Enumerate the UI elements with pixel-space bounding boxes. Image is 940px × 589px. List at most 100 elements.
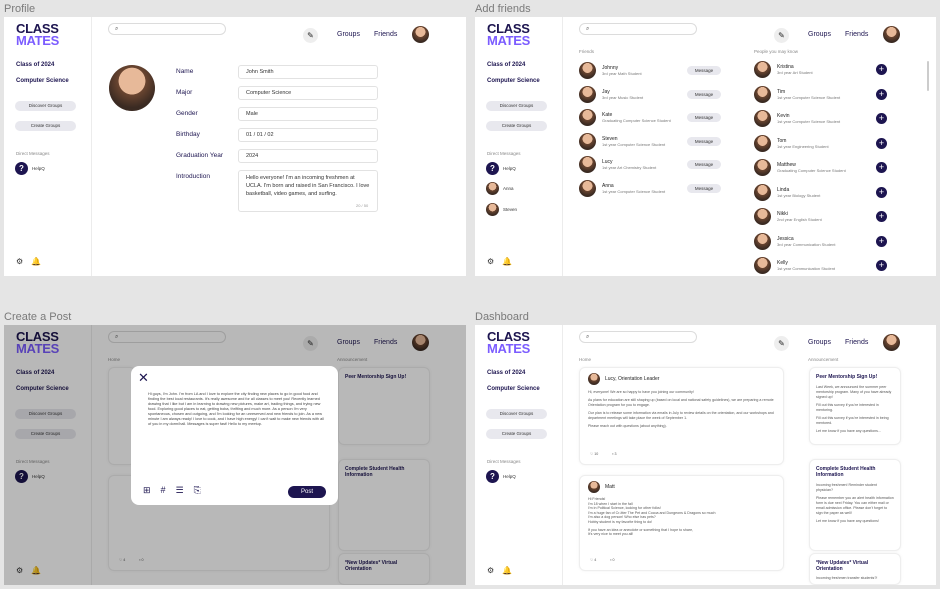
label-gender: Gender <box>176 110 198 117</box>
major: Computer Science <box>487 386 540 392</box>
suggest-row: Nikki 2nd year English Student <box>754 208 822 225</box>
create-groups-button[interactable]: Create Groups <box>15 121 76 131</box>
user-avatar[interactable] <box>883 26 900 43</box>
post-author: Matt <box>605 484 615 490</box>
message-button[interactable]: Message <box>687 183 721 193</box>
bell-icon[interactable]: 🔔 <box>502 257 512 266</box>
close-icon[interactable]: ✕ <box>138 370 149 386</box>
suggest-desc: 1st year Biology Student <box>777 192 821 198</box>
suggest-desc: 1st year Computer Science Student <box>777 119 841 124</box>
message-button[interactable]: Message <box>687 113 721 122</box>
add-comment-icon[interactable]: ⊞ <box>143 485 151 496</box>
add-friend-button[interactable]: + <box>876 64 887 75</box>
add-friend-button[interactable]: + <box>876 186 887 198</box>
add-friend-button[interactable]: + <box>876 137 887 149</box>
add-friend-button[interactable]: + <box>876 113 887 124</box>
bell-icon[interactable]: 🔔 <box>31 257 41 266</box>
heart-icon[interactable]: ♡ 10 <box>590 452 598 457</box>
birthday-field[interactable]: 01 / 01 / 02 <box>238 128 378 142</box>
add-friend-button[interactable]: + <box>876 235 887 247</box>
dm-helpq[interactable]: ? HelpQ <box>15 162 45 175</box>
avatar <box>579 156 596 173</box>
edit-icon[interactable]: ✎ <box>774 336 789 351</box>
hashtag-icon[interactable]: # <box>161 485 166 496</box>
message-button[interactable]: Message <box>687 136 721 146</box>
avatar <box>486 203 499 216</box>
user-avatar[interactable] <box>412 26 429 43</box>
dm-helpq[interactable]: ? HelpQ <box>486 162 516 175</box>
major: Computer Science <box>16 78 69 84</box>
profile-frame: CLASS MATES Class of 2024 Computer Scienc… <box>4 17 466 276</box>
gear-icon[interactable]: ⚙ <box>16 257 23 266</box>
help-icon: ? <box>15 162 28 175</box>
post-body: Hi Friends! I'm 18 when I start in the fa… <box>588 497 716 537</box>
classmates-logo[interactable]: CLASS MATES <box>487 22 530 47</box>
avatar <box>754 85 771 103</box>
bell-icon[interactable]: 🔔 <box>502 566 512 575</box>
align-icon[interactable]: ☰ <box>176 485 184 496</box>
create-groups-button[interactable]: Create Groups <box>486 429 547 439</box>
search-input[interactable]: ⌕ <box>579 331 697 343</box>
class-year: Class of 2024 <box>487 62 526 68</box>
message-button[interactable]: Message <box>687 89 721 99</box>
attach-icon[interactable]: ⎘ <box>194 485 201 496</box>
suggest-row: Tim 1st year Computer Science Student <box>754 85 840 103</box>
nav-friends[interactable]: Friends <box>845 31 868 38</box>
gear-icon[interactable]: ⚙ <box>487 566 494 575</box>
scrollbar[interactable] <box>927 61 929 91</box>
avatar <box>754 208 771 225</box>
post-textarea[interactable]: Hi guys, I'm John. I'm from LA and I lov… <box>148 392 326 427</box>
grad-year-field[interactable]: 2024 <box>238 149 378 163</box>
search-input[interactable]: ⌕ <box>108 23 226 35</box>
discover-groups-button[interactable]: Discover Groups <box>486 101 547 111</box>
intro-counter: 20 / 50 <box>356 203 369 208</box>
heart-icon[interactable]: ♡ 4 <box>590 558 596 563</box>
add-friend-button[interactable]: + <box>876 88 887 100</box>
classmates-logo[interactable]: CLASS MATES <box>487 330 530 355</box>
nav-friends[interactable]: Friends <box>374 31 397 38</box>
post-author: Lucy, Orientation Leader <box>605 376 660 382</box>
discover-groups-button[interactable]: Discover Groups <box>486 409 547 419</box>
comment-icon[interactable]: ▪ 3 <box>612 452 616 457</box>
nav-friends[interactable]: Friends <box>845 339 868 346</box>
avatar <box>588 481 600 493</box>
label-intro: Introduction <box>176 173 210 180</box>
dm-title: Direct Messages <box>487 151 521 156</box>
frame-title-create-post: Create a Post <box>4 311 72 323</box>
announcement-header: Announcement <box>808 357 839 362</box>
message-button[interactable]: Message <box>687 66 721 75</box>
frame-title-add-friends: Add friends <box>475 3 531 15</box>
add-friend-button[interactable]: + <box>876 211 887 222</box>
dm-anna[interactable]: Anna <box>486 182 514 195</box>
gender-field[interactable]: Male <box>238 107 378 121</box>
nav-groups[interactable]: Groups <box>808 31 831 38</box>
add-friend-button[interactable]: + <box>876 162 887 173</box>
dm-title: Direct Messages <box>487 459 521 464</box>
user-avatar[interactable] <box>883 334 900 351</box>
dm-helpq[interactable]: ? HelpQ <box>486 470 516 483</box>
nav-groups[interactable]: Groups <box>808 339 831 346</box>
announcement-card: Peer Mentorship Sign Up! Last Week, we a… <box>809 367 901 445</box>
edit-icon[interactable]: ✎ <box>774 28 789 43</box>
classmates-logo[interactable]: CLASS MATES <box>16 22 59 47</box>
create-groups-button[interactable]: Create Groups <box>486 121 547 131</box>
avatar <box>579 85 596 103</box>
gear-icon[interactable]: ⚙ <box>487 257 494 266</box>
avatar <box>754 159 771 176</box>
announcement-card: Complete Student Health Information Inco… <box>809 459 901 551</box>
post-button[interactable]: Post <box>288 486 326 498</box>
message-button[interactable]: Message <box>687 160 721 169</box>
class-year: Class of 2024 <box>16 62 55 68</box>
edit-icon[interactable]: ✎ <box>303 28 318 43</box>
major-field[interactable]: Computer Science <box>238 86 378 100</box>
add-friend-button[interactable]: + <box>876 260 887 271</box>
add-friends-frame: CLASS MATES Class of 2024 Computer Scienc… <box>475 17 936 276</box>
avatar <box>579 179 596 197</box>
suggest-desc: 1st year Engineering Student <box>777 143 829 149</box>
dm-steven[interactable]: Steven <box>486 203 517 216</box>
name-field[interactable]: John Smith <box>238 65 378 79</box>
nav-groups[interactable]: Groups <box>337 31 360 38</box>
comment-icon[interactable]: ▪ 0 <box>610 558 614 563</box>
discover-groups-button[interactable]: Discover Groups <box>15 101 76 111</box>
search-input[interactable]: ⌕ <box>579 23 697 35</box>
